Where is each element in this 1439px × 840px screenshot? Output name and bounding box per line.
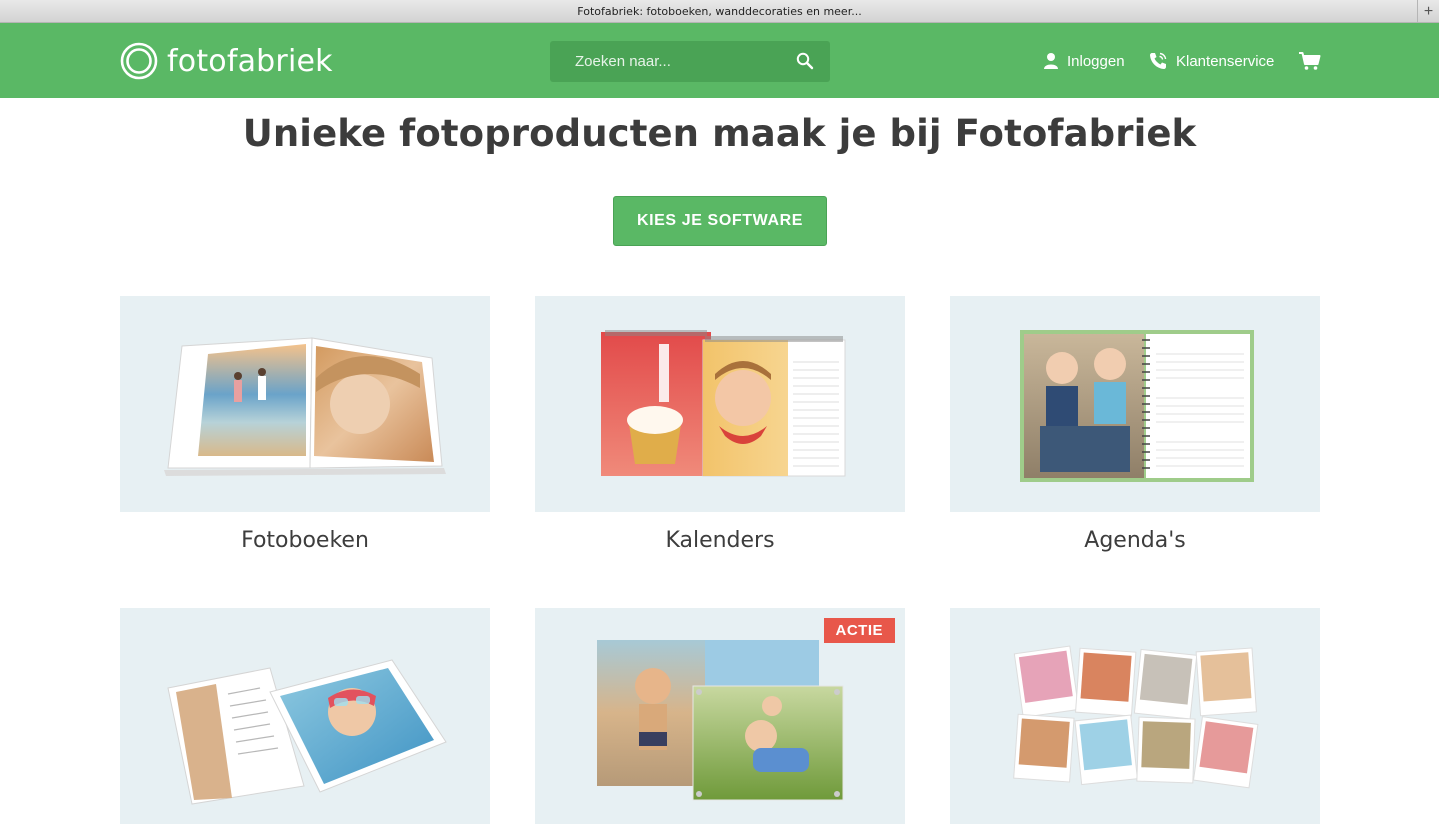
search-input[interactable] (575, 53, 775, 70)
customer-service-link[interactable]: Klantenservice (1148, 50, 1274, 72)
product-card-agendas[interactable]: Agenda's (950, 296, 1320, 553)
product-image-wall-decor: ACTIE (535, 608, 905, 824)
product-image-planner (950, 296, 1320, 512)
product-card-wall-decor[interactable]: ACTIE (535, 608, 905, 840)
new-tab-button[interactable]: + (1417, 0, 1439, 23)
product-card-cards[interactable] (120, 608, 490, 840)
logo-link[interactable]: fotofabriek (120, 42, 333, 80)
window-title: Fotofabriek: fotoboeken, wanddecoraties … (577, 4, 862, 18)
product-label: Kalenders (665, 528, 775, 553)
choose-software-button[interactable]: KIES JE SOFTWARE (613, 196, 827, 246)
product-label: Fotoboeken (241, 528, 369, 553)
search-box (550, 41, 830, 82)
page-headline: Unieke fotoproducten maak je bij Fotofab… (242, 112, 1197, 155)
logo-ring-icon (120, 42, 158, 80)
product-image-photobook (120, 296, 490, 512)
product-image-calendar (535, 296, 905, 512)
product-card-fotoboeken[interactable]: Fotoboeken (120, 296, 490, 553)
product-image-greeting-cards (120, 608, 490, 824)
brand-name: fotofabriek (167, 43, 333, 79)
product-image-photo-prints (950, 608, 1320, 824)
product-card-kalenders[interactable]: Kalenders (535, 296, 905, 553)
product-card-prints[interactable] (950, 608, 1320, 840)
login-label: Inloggen (1067, 52, 1125, 70)
search-icon[interactable] (796, 52, 814, 70)
user-icon (1044, 53, 1058, 69)
cart-icon[interactable] (1298, 51, 1322, 71)
product-label: Agenda's (1084, 528, 1186, 553)
window-title-bar: Fotofabriek: fotoboeken, wanddecoraties … (0, 0, 1439, 23)
login-link[interactable]: Inloggen (1043, 50, 1125, 72)
phone-icon (1150, 52, 1167, 69)
promo-badge: ACTIE (823, 618, 895, 643)
customer-service-label: Klantenservice (1176, 52, 1275, 70)
site-header: fotofabriek Inloggen Klantenservice (0, 23, 1439, 98)
